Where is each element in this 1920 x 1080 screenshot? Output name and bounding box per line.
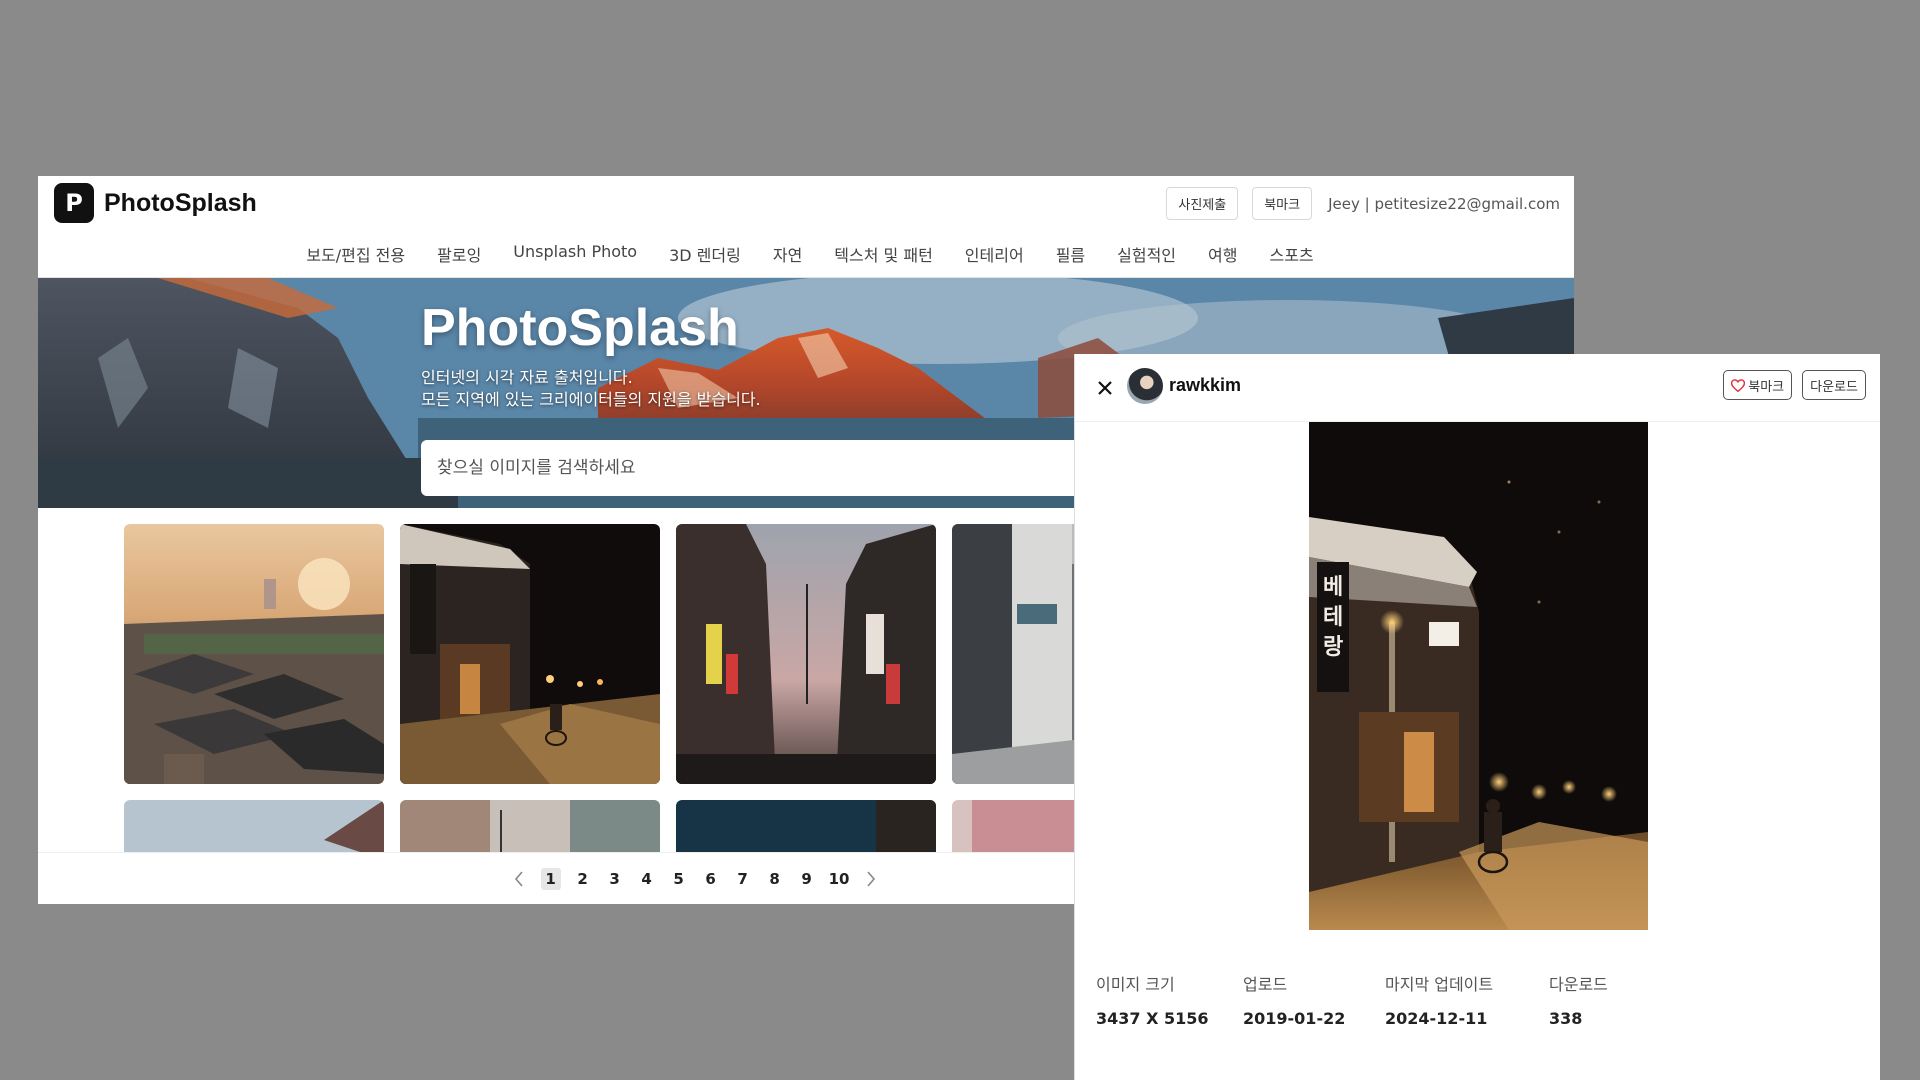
info-value: 3437 X 5156: [1096, 1009, 1209, 1028]
info-label: 마지막 업데이트: [1385, 975, 1494, 994]
sign-char-3: 랑: [1323, 635, 1343, 660]
modal-photo: 베 테 랑: [1309, 422, 1648, 930]
chevron-left-icon: [514, 870, 523, 887]
modal-header: rawkkim 북마크 다운로드: [1075, 354, 1880, 422]
prev-page-button[interactable]: [509, 868, 529, 890]
info-upload: 업로드 2019-01-22: [1243, 971, 1385, 1028]
header: P PhotoSplash 사진제출 북마크 Jeey | petitesize…: [38, 176, 1574, 278]
logo-icon: P: [54, 183, 94, 223]
hero-subtitle-line-2: 모든 지역에 있는 크리에이터들의 지원을 받습니다.: [421, 390, 761, 409]
page-3[interactable]: 3: [605, 868, 625, 890]
nav-item-following[interactable]: 팔로잉: [437, 242, 481, 266]
info-downloads: 다운로드 338: [1549, 971, 1669, 1028]
page-9[interactable]: 9: [797, 868, 817, 890]
modal-download-button[interactable]: 다운로드: [1802, 370, 1866, 400]
photo-tile[interactable]: [676, 800, 936, 852]
info-label: 다운로드: [1549, 975, 1608, 994]
page-7[interactable]: 7: [733, 868, 753, 890]
page-2[interactable]: 2: [573, 868, 593, 890]
sign-char-1: 베: [1323, 575, 1343, 600]
heart-icon: [1731, 378, 1746, 392]
logo-letter: P: [65, 189, 83, 217]
nav-item-film[interactable]: 필름: [1056, 242, 1085, 266]
app-name: PhotoSplash: [104, 188, 257, 217]
night-street-photo: 베 테 랑: [1309, 422, 1648, 930]
info-label: 업로드: [1243, 975, 1288, 994]
page-8[interactable]: 8: [765, 868, 785, 890]
avatar[interactable]: [1127, 368, 1163, 404]
logo[interactable]: P PhotoSplash: [54, 183, 257, 223]
close-icon[interactable]: [1093, 376, 1117, 400]
nav-item-travel[interactable]: 여행: [1208, 242, 1237, 266]
buildings-image: [400, 800, 660, 852]
user-info[interactable]: Jeey | petitesize22@gmail.com: [1328, 195, 1560, 213]
page-10[interactable]: 10: [829, 868, 850, 890]
chevron-right-icon: [867, 870, 876, 887]
nav-item-unsplash[interactable]: Unsplash Photo: [513, 242, 637, 266]
hero-title: PhotoSplash: [421, 299, 739, 357]
hero-subtitle-line-1: 인터넷의 시각 자료 출처입니다.: [421, 368, 633, 387]
page-6[interactable]: 6: [701, 868, 721, 890]
info-value: 2024-12-11: [1385, 1009, 1488, 1028]
photo-detail-modal: rawkkim 북마크 다운로드 베 테 랑 이미지 크기 3437 X 515…: [1074, 354, 1880, 1080]
sky-image: [124, 800, 384, 852]
info-value: 2019-01-22: [1243, 1009, 1346, 1028]
info-value: 338: [1549, 1009, 1583, 1028]
modal-actions: 북마크 다운로드: [1723, 370, 1866, 400]
info-last-update: 마지막 업데이트 2024-12-11: [1385, 971, 1549, 1028]
photographer-name[interactable]: rawkkim: [1169, 375, 1241, 396]
photo-tile[interactable]: [676, 524, 936, 784]
bookmark-button[interactable]: 북마크: [1252, 187, 1313, 220]
sign-char-2: 테: [1323, 605, 1343, 630]
header-actions: 사진제출 북마크 Jeey | petitesize22@gmail.com: [1166, 187, 1560, 220]
hanok-village-image: [124, 524, 384, 784]
night-street-image: [400, 524, 660, 784]
submit-photo-button[interactable]: 사진제출: [1166, 187, 1239, 220]
photo-tile[interactable]: [400, 800, 660, 852]
nav-item-texture[interactable]: 텍스처 및 패턴: [834, 242, 933, 266]
image-info: 이미지 크기 3437 X 5156 업로드 2019-01-22 마지막 업데…: [1096, 971, 1669, 1028]
nav-item-sports[interactable]: 스포츠: [1269, 242, 1313, 266]
info-label: 이미지 크기: [1096, 975, 1175, 994]
city-street-image: [676, 524, 936, 784]
modal-bookmark-button[interactable]: 북마크: [1723, 370, 1793, 400]
nav-item-nature[interactable]: 자연: [773, 242, 802, 266]
photo-tile[interactable]: [124, 524, 384, 784]
nav-item-news[interactable]: 보도/편집 전용: [306, 242, 405, 266]
nav-item-experimental[interactable]: 실험적인: [1117, 242, 1176, 266]
photo-tile[interactable]: [124, 800, 384, 852]
page-4[interactable]: 4: [637, 868, 657, 890]
category-nav: 보도/편집 전용 팔로잉 Unsplash Photo 3D 렌더링 자연 텍스…: [38, 242, 1574, 266]
nav-item-interior[interactable]: 인테리어: [965, 242, 1024, 266]
next-page-button[interactable]: [861, 868, 881, 890]
page-5[interactable]: 5: [669, 868, 689, 890]
page-1[interactable]: 1: [540, 867, 561, 890]
modal-bookmark-label: 북마크: [1748, 379, 1785, 395]
dark-scene-image: [676, 800, 936, 852]
photo-tile[interactable]: [400, 524, 660, 784]
nav-item-3d[interactable]: 3D 렌더링: [669, 242, 741, 266]
info-dimensions: 이미지 크기 3437 X 5156: [1096, 971, 1243, 1028]
